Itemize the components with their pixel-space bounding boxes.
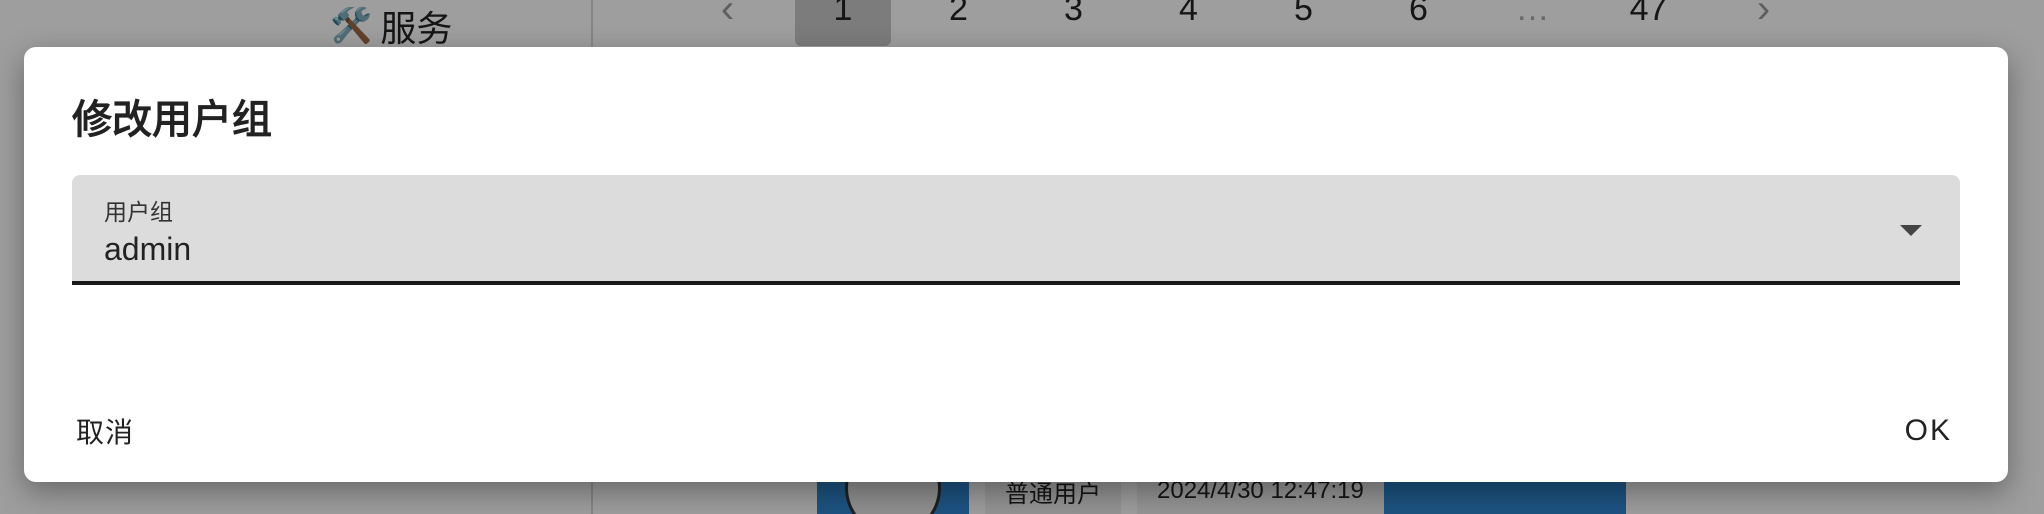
ok-button[interactable]: OK [1905, 407, 1952, 455]
select-label: 用户组 [104, 199, 173, 225]
cancel-button[interactable]: 取消 [76, 407, 134, 455]
select-value: admin [104, 231, 192, 267]
user-group-select[interactable]: 用户组 admin [72, 175, 1960, 285]
edit-user-group-dialog: 修改用户组 用户组 admin 取消 OK [24, 47, 2008, 482]
dropdown-arrow-icon [1900, 225, 1922, 236]
dialog-title: 修改用户组 [72, 98, 272, 142]
